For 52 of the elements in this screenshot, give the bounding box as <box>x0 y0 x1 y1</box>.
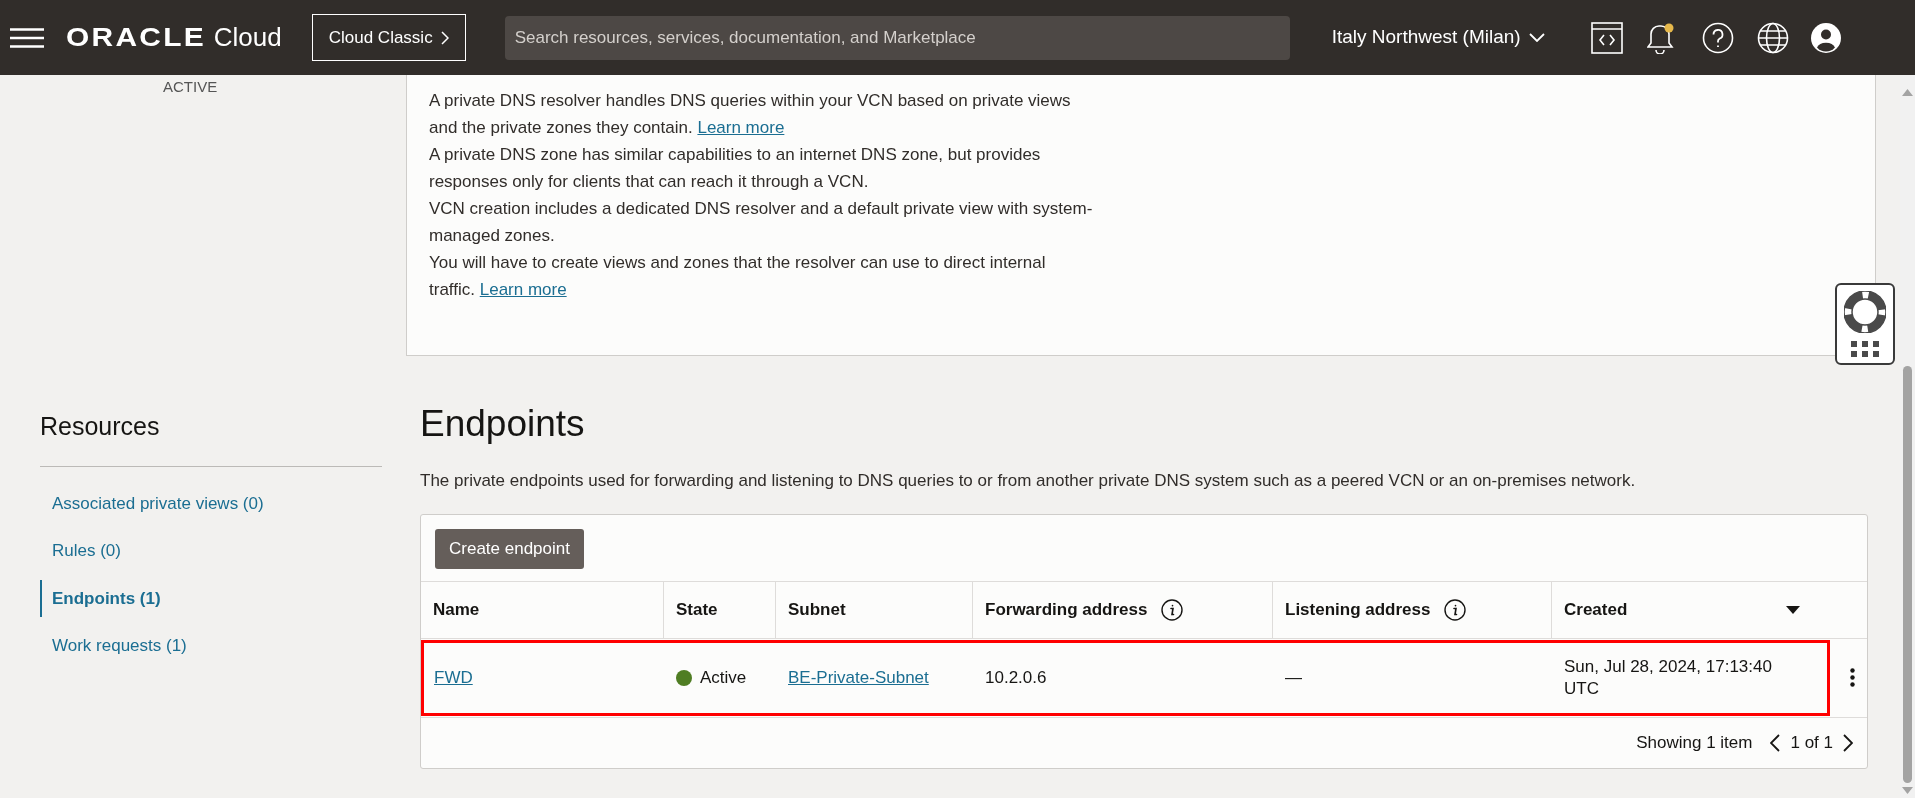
learn-more-link[interactable]: Learn more <box>697 118 785 137</box>
section-title: Endpoints <box>420 402 586 446</box>
table-cell-text: 10.2.0.6 <box>984 666 1048 689</box>
column-header[interactable]: Listening address <box>1272 581 1551 638</box>
table-row[interactable]: FWD Active BE-Private-Subnet 10.2.0.6 — Sun, Jul 28, 2024, 17:13:40 UTC <box>421 639 1830 716</box>
table-cell-text: Active <box>700 666 747 689</box>
page-indicator: 1 of 1 <box>1790 731 1833 754</box>
info-icon[interactable] <box>1444 598 1467 621</box>
sort-caret-icon[interactable] <box>1786 605 1800 614</box>
previous-page-icon[interactable] <box>1770 733 1781 752</box>
apps-grid-icon[interactable] <box>1851 341 1879 357</box>
user-avatar-icon[interactable] <box>1810 22 1841 53</box>
description-text: You will have to create views and zones that the resolver can use to direct internal traffic. Learn more <box>429 252 1047 301</box>
chevron-down-icon <box>1528 33 1545 42</box>
subnet-link[interactable]: BE-Private-Subnet <box>778 664 939 691</box>
endpoint-name-link[interactable]: FWD <box>424 664 483 691</box>
column-header[interactable]: State <box>663 581 775 638</box>
search-field[interactable]: Search resources, services, documentation, and Marketplace <box>504 15 1290 60</box>
table-cell-text: — <box>1284 666 1303 689</box>
resource-link[interactable]: Endpoints (1) <box>40 579 382 617</box>
info-icon[interactable] <box>1161 598 1184 621</box>
learn-more-link[interactable]: Learn more <box>479 280 567 299</box>
create-endpoint-button[interactable]: Create endpoint <box>435 528 584 569</box>
section-heading: Resources <box>40 408 382 467</box>
scrollbar-thumb[interactable] <box>1903 366 1912 783</box>
column-header[interactable]: Created <box>1551 581 1830 638</box>
column-header[interactable]: Subnet <box>775 581 972 638</box>
column-header[interactable]: Forwarding address <box>972 581 1272 638</box>
description-text: The private endpoints used for forwarding and listening to DNS queries to or from another private DNS system such as a peered VCN or an on-premises network. <box>420 470 1637 492</box>
description-text: VCN creation includes a dedicated DNS resolver and a default private view with system-managed zones. <box>429 198 1094 247</box>
notification-bell-icon[interactable] <box>1646 21 1675 54</box>
code-window-icon[interactable] <box>1590 21 1623 54</box>
resource-link[interactable]: Rules (0) <box>40 532 382 570</box>
menu-icon[interactable] <box>10 27 44 48</box>
column-header[interactable]: Name <box>421 581 663 638</box>
help-widget[interactable] <box>1835 283 1895 365</box>
chevron-right-icon <box>440 30 449 45</box>
description-text: A private DNS resolver handles DNS queries within your VCN based on private views and the private zones they contain. Learn more <box>429 90 1072 139</box>
status-label: ACTIVE <box>163 78 218 95</box>
more-actions-icon[interactable] <box>1850 668 1855 687</box>
globe-icon[interactable] <box>1756 21 1789 54</box>
resource-link[interactable]: Associated private views (0) <box>40 484 382 522</box>
cloud-classic-button[interactable]: Cloud Classic <box>311 14 466 61</box>
region-selector[interactable]: Italy Northwest (Milan) <box>1331 23 1545 52</box>
pagination-summary: Showing 1 item <box>1636 731 1753 754</box>
lifebuoy-icon[interactable] <box>1844 291 1886 333</box>
help-icon[interactable] <box>1701 21 1734 54</box>
next-page-icon[interactable] <box>1843 733 1853 752</box>
resource-link[interactable]: Work requests (1) <box>40 627 382 665</box>
oracle-cloud-logo[interactable]: ORACLE Cloud <box>66 18 282 57</box>
table-cell-text: Sun, Jul 28, 2024, 17:13:40 UTC <box>1563 655 1773 700</box>
description-text: A private DNS zone has similar capabilities to an internet DNS zone, but provides responses only for clients that can reach it through a VCN. <box>429 144 1042 193</box>
